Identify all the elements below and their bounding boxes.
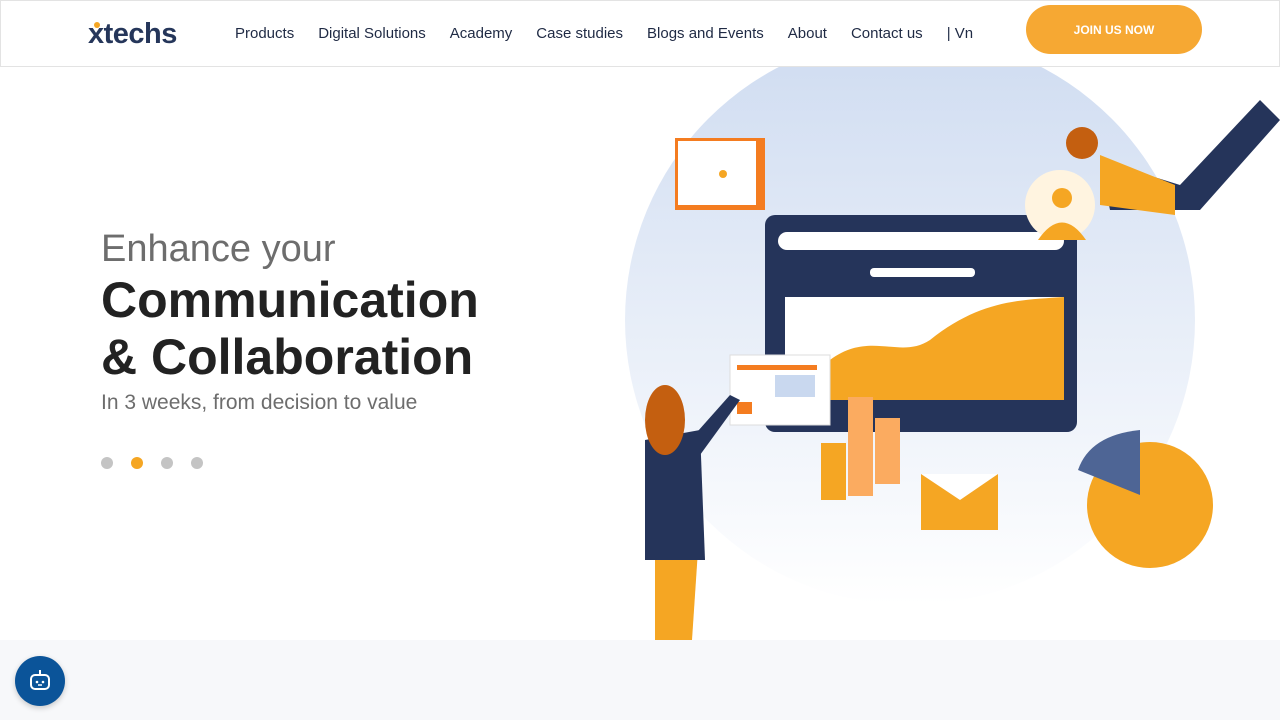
nav-about[interactable]: About xyxy=(788,25,827,42)
chatbot-button[interactable] xyxy=(15,656,65,706)
nav-products[interactable]: Products xyxy=(235,25,294,42)
nav-academy[interactable]: Academy xyxy=(450,25,513,42)
logo[interactable]: xtechs xyxy=(88,18,177,51)
chatbot-icon xyxy=(30,670,50,690)
main-nav: Products Digital Solutions Academy Case … xyxy=(235,25,997,42)
hero-illustration xyxy=(625,60,1280,640)
nav-case-studies[interactable]: Case studies xyxy=(536,25,623,42)
hero-text: Enhance your Communication & Collaborati… xyxy=(101,228,479,415)
section-band xyxy=(0,640,1280,720)
carousel-dot-active[interactable] xyxy=(131,457,143,469)
hero-title-2: & Collaboration xyxy=(101,329,474,385)
hero-title-1: Communication xyxy=(101,272,479,328)
language-switch[interactable]: | Vn xyxy=(947,25,973,42)
logo-text: xtechs xyxy=(88,18,177,50)
join-us-button[interactable]: JOIN US NOW xyxy=(1026,5,1202,54)
carousel-dots xyxy=(101,457,203,469)
nav-digital-solutions[interactable]: Digital Solutions xyxy=(318,25,426,42)
carousel-dot[interactable] xyxy=(191,457,203,469)
carousel-dot[interactable] xyxy=(101,457,113,469)
nav-blogs-events[interactable]: Blogs and Events xyxy=(647,25,764,42)
hero-tagline: In 3 weeks, from decision to value xyxy=(101,391,418,414)
site-header: xtechs Products Digital Solutions Academ… xyxy=(0,0,1280,67)
nav-contact[interactable]: Contact us xyxy=(851,25,923,42)
carousel-dot[interactable] xyxy=(161,457,173,469)
hero-subtitle: Enhance your xyxy=(101,228,336,270)
